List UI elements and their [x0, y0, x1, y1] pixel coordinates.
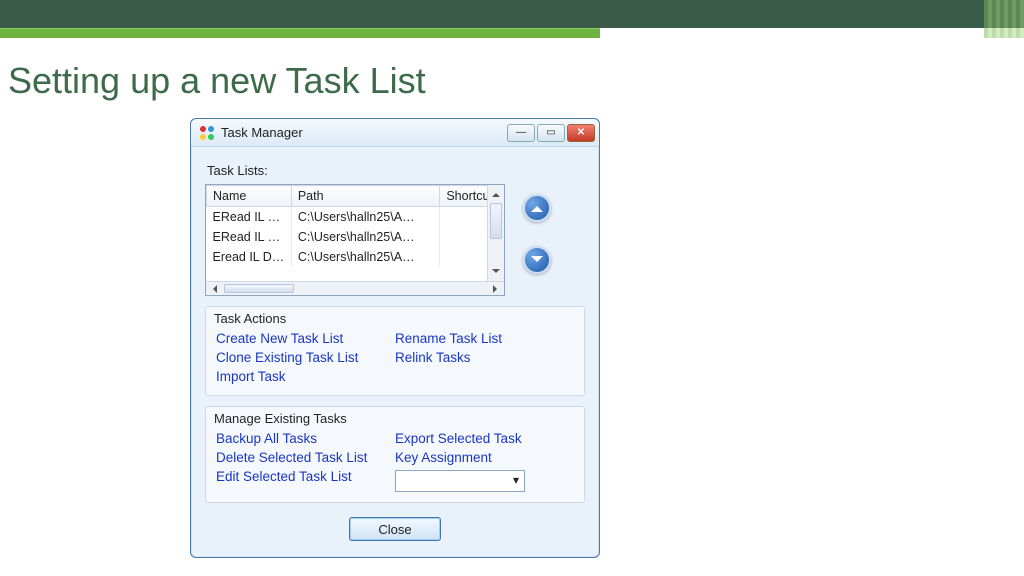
- key-assignment-link[interactable]: Key Assignment: [395, 449, 574, 466]
- col-name[interactable]: Name: [207, 186, 292, 207]
- edit-selected-task-list-link[interactable]: Edit Selected Task List: [216, 468, 395, 485]
- table-row[interactable]: ERead IL … C:\Users\halln25\A…: [207, 227, 504, 247]
- slide-top-bar: [0, 0, 1024, 28]
- import-task-link[interactable]: Import Task: [216, 368, 395, 385]
- maximize-button[interactable]: ▭: [537, 124, 565, 142]
- rename-task-list-link[interactable]: Rename Task List: [395, 330, 574, 347]
- relink-tasks-link[interactable]: Relink Tasks: [395, 349, 574, 366]
- create-new-task-list-link[interactable]: Create New Task List: [216, 330, 395, 347]
- task-actions-panel: Task Actions Create New Task List Clone …: [205, 306, 585, 396]
- move-down-button[interactable]: [523, 246, 551, 274]
- key-assignment-combo[interactable]: [395, 470, 525, 492]
- arrow-down-icon: [531, 256, 543, 268]
- col-path[interactable]: Path: [291, 186, 440, 207]
- task-manager-window: Task Manager — ▭ ✕ Task Lists: Name Path…: [190, 118, 600, 558]
- arrow-up-icon: [531, 200, 543, 212]
- manage-existing-tasks-panel: Manage Existing Tasks Backup All Tasks D…: [205, 406, 585, 503]
- task-lists-label: Task Lists:: [207, 163, 585, 178]
- move-up-button[interactable]: [523, 194, 551, 222]
- export-selected-task-link[interactable]: Export Selected Task: [395, 430, 574, 447]
- titlebar[interactable]: Task Manager — ▭ ✕: [191, 119, 599, 147]
- table-row[interactable]: Eread IL D… C:\Users\halln25\A…: [207, 247, 504, 267]
- slide-title: Setting up a new Task List: [8, 60, 1024, 102]
- manage-legend: Manage Existing Tasks: [214, 411, 574, 426]
- table-header-row[interactable]: Name Path Shortcut: [207, 186, 504, 207]
- task-actions-legend: Task Actions: [214, 311, 574, 326]
- clone-existing-task-list-link[interactable]: Clone Existing Task List: [216, 349, 395, 366]
- app-icon: [199, 125, 215, 141]
- minimize-button[interactable]: —: [507, 124, 535, 142]
- task-lists-table[interactable]: Name Path Shortcut ERead IL … C:\Users\h…: [205, 184, 505, 296]
- backup-all-tasks-link[interactable]: Backup All Tasks: [216, 430, 395, 447]
- close-window-button[interactable]: ✕: [567, 124, 595, 142]
- close-button[interactable]: Close: [349, 517, 441, 541]
- horizontal-scrollbar[interactable]: [206, 281, 504, 295]
- window-title: Task Manager: [221, 125, 303, 140]
- delete-selected-task-list-link[interactable]: Delete Selected Task List: [216, 449, 395, 466]
- slide-accent: [0, 28, 1024, 38]
- vertical-scrollbar[interactable]: [487, 185, 504, 281]
- table-row[interactable]: ERead IL … C:\Users\halln25\A…: [207, 207, 504, 228]
